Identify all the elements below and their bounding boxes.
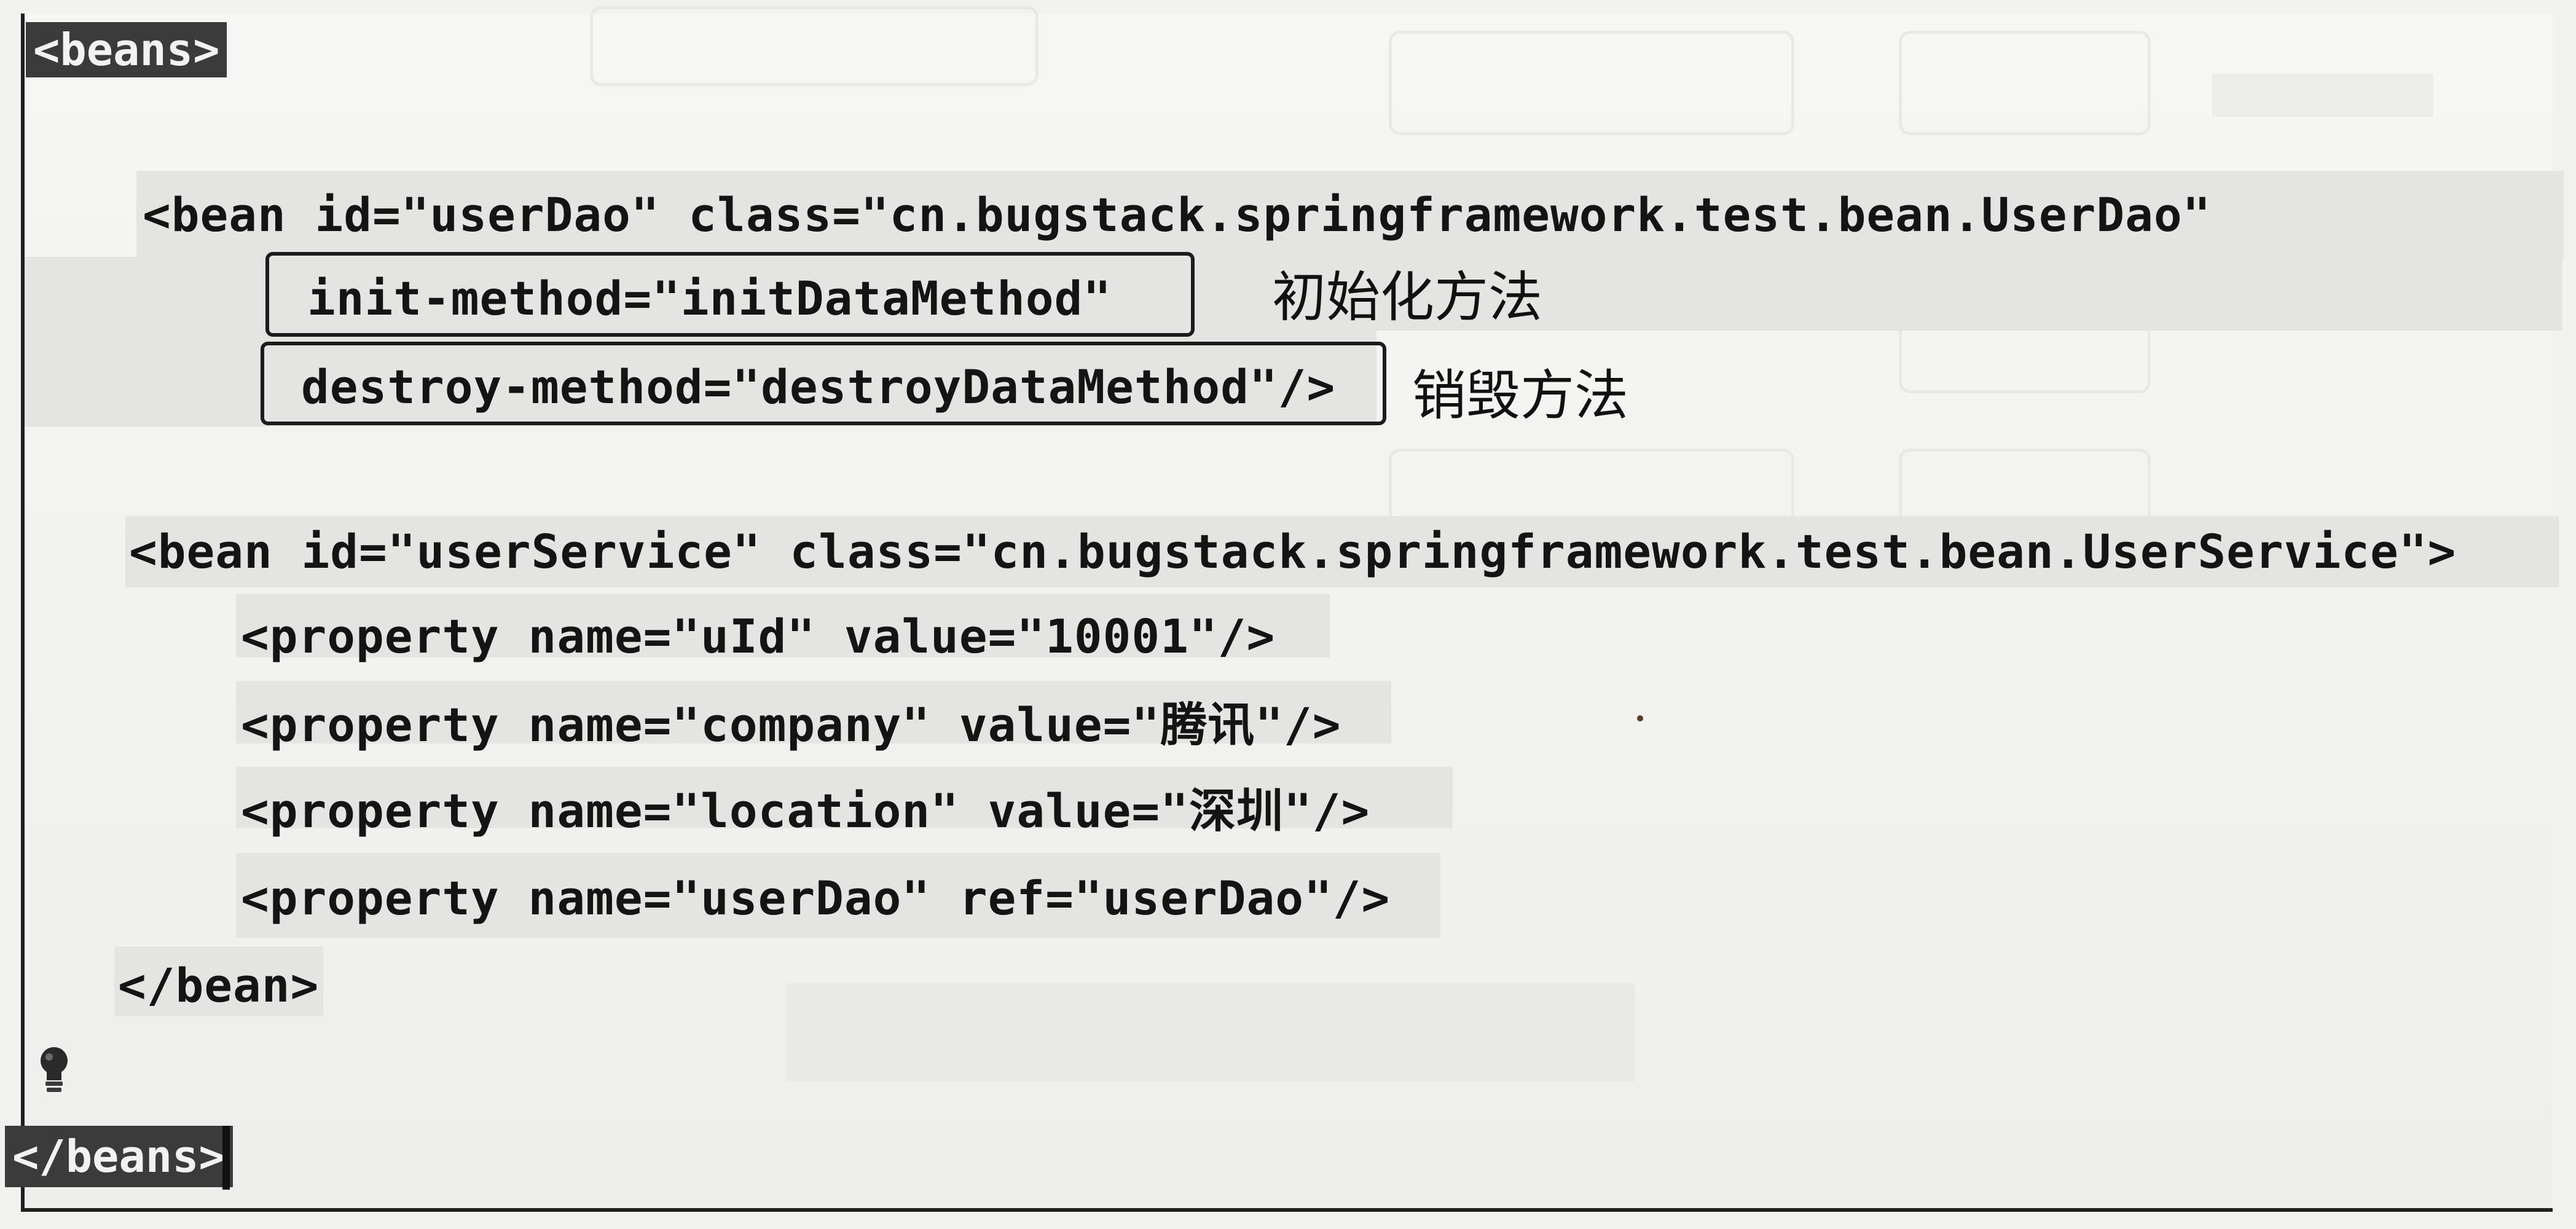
- init-method-annotation: 初始化方法: [1272, 265, 1543, 329]
- property-line: <property name="uId" value="10001"/>: [241, 609, 1276, 664]
- background-ghost-bar: [2212, 74, 2433, 117]
- init-method-attr: init-method="initDataMethod": [307, 271, 1112, 326]
- text-cursor: [222, 1126, 230, 1190]
- beans-close-tag: </beans>: [5, 1126, 233, 1187]
- destroy-method-attr: destroy-method="destroyDataMethod"/>: [301, 359, 1336, 414]
- speck: [1637, 715, 1643, 721]
- destroy-method-annotation: 销毁方法: [1412, 364, 1629, 427]
- lightbulb-icon: [41, 1047, 68, 1092]
- background-ghost-bar: [787, 983, 1635, 1082]
- code-screenshot: { "code": { "beans_open": "<beans>", "be…: [0, 0, 2576, 1229]
- property-line: <property name="company" value="腾讯"/>: [241, 697, 1341, 752]
- background-ghost-box: [1899, 31, 2151, 135]
- user-service-bean-line: <bean id="userService" class="cn.bugstac…: [129, 524, 2457, 579]
- property-line: <property name="userDao" ref="userDao"/>: [241, 871, 1391, 925]
- beans-open-tag: <beans>: [26, 22, 227, 77]
- bean-close-tag: </bean>: [118, 958, 320, 1013]
- property-line: <property name="location" value="深圳"/>: [241, 783, 1370, 838]
- background-ghost-box: [590, 6, 1039, 86]
- user-dao-bean-line: <bean id="userDao" class="cn.bugstack.sp…: [143, 187, 2212, 242]
- background-ghost-box: [1389, 31, 1794, 135]
